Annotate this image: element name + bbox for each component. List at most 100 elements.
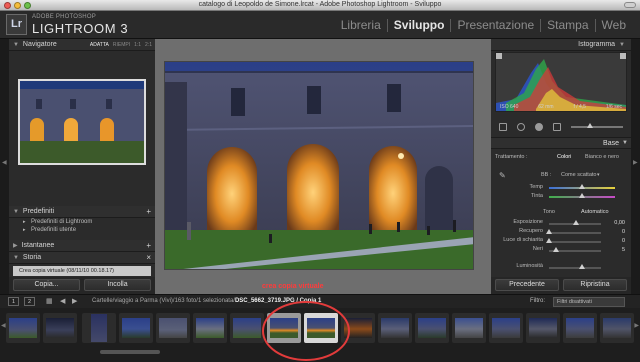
filmstrip-thumbnail[interactable] [378,313,412,343]
tint-slider[interactable] [549,193,615,198]
filmstrip-left-arrow-icon[interactable]: ◀ [1,322,6,329]
recovery-value[interactable]: 0 [607,229,625,235]
brand-title: LIGHTROOM 3 [32,21,129,36]
filmstrip-thumbnail[interactable] [600,313,634,343]
copy-settings-button[interactable]: Copia... [13,279,80,291]
basic-header[interactable]: Base ▼ [491,137,631,149]
zoom-2-1-option[interactable]: 2:1 [145,42,152,48]
module-sviluppo[interactable]: Sviluppo [388,19,452,32]
filmstrip-thumbnail[interactable] [415,313,449,343]
histogram[interactable]: ISO 640 62 mm f / 4,5 1/6 sec [495,52,627,112]
blacks-slider[interactable] [549,247,601,252]
red-eye-icon[interactable] [535,123,543,131]
filmstrip-thumbnail[interactable] [193,313,227,343]
spot-removal-icon[interactable] [517,123,525,131]
filmstrip-thumbnail[interactable] [6,313,40,343]
basic-title: Base [603,140,619,147]
filmstrip-scrollbar[interactable] [100,350,160,354]
treatment-bw-option[interactable]: Bianco e nero [585,154,619,160]
module-stampa[interactable]: Stampa [541,19,596,32]
preset-folder-lightroom[interactable]: Predefiniti di Lightroom [9,218,155,226]
collapse-right-arrow-icon[interactable]: ▶ [633,159,638,166]
filmstrip-thumbnail[interactable] [452,313,486,343]
palace-courtyard-photo [165,62,473,269]
filmstrip-right-arrow-icon[interactable]: ▶ [634,322,639,329]
collapse-triangle-icon: ▼ [13,42,19,48]
crop-tool-icon[interactable] [499,123,507,131]
slider-knob[interactable] [579,264,585,269]
module-picker: Libreria Sviluppo Presentazione Stampa W… [335,19,632,32]
reset-button[interactable]: Ripristina [563,279,627,291]
left-panel-edge[interactable]: ◀ [0,39,9,294]
filmstrip-thumbnail[interactable] [119,313,153,343]
secondary-window-button[interactable]: 2 [24,297,35,306]
slider-knob[interactable] [546,229,552,234]
window-title-bar: catalogo di Leopoldo de Simone.lrcat - A… [0,0,640,11]
slider-knob[interactable] [546,238,552,243]
histogram-header[interactable]: Istogramma ▼ [491,39,631,51]
add-snapshot-icon[interactable]: + [146,241,151,250]
module-libreria[interactable]: Libreria [335,19,388,32]
exposure-value[interactable]: 0,00 [607,220,625,226]
navigator-header[interactable]: ▼ Navigatore ADATTA RIEMPI 1:1 2:1 [9,39,155,51]
slider-knob[interactable] [579,193,585,198]
temp-slider[interactable] [549,184,615,189]
snapshots-header[interactable]: ▶ Istantanee + [9,240,155,252]
graduated-filter-icon[interactable] [553,123,561,131]
primary-window-button[interactable]: 1 [8,297,19,306]
collapse-left-arrow-icon[interactable]: ◀ [2,159,7,166]
presets-header[interactable]: ▼ Predefiniti + [9,206,155,218]
main-image-view[interactable] [155,39,491,294]
filmstrip-thumbnail[interactable] [489,313,523,343]
history-header[interactable]: ▼ Storia × [9,252,155,264]
brightness-slider[interactable] [549,264,601,269]
filter-label: Filtro: [530,298,545,304]
wb-value[interactable]: Come scattato [561,172,596,178]
fill-light-value[interactable]: 0 [607,238,625,244]
slider-knob[interactable] [573,220,579,225]
back-arrow-icon[interactable]: ◀ [60,297,65,305]
right-panel-edge[interactable]: ▶ [631,39,640,294]
filmstrip-thumbnail[interactable] [563,313,597,343]
photo-preview[interactable] [164,61,474,270]
forward-arrow-icon[interactable]: ▶ [72,297,77,305]
filmstrip-thumbnail[interactable] [82,313,116,343]
zoom-fill-option[interactable]: RIEMPI [113,42,130,48]
wb-label: BB : [541,172,552,178]
zoom-fit-option[interactable]: ADATTA [90,42,109,48]
treatment-color-option[interactable]: Colori [557,154,571,160]
right-panel: Istogramma ▼ ISO 640 62 mm f / 4,5 1/6 s… [491,39,631,294]
history-item[interactable]: Crea copia virtuale (08/11/10 00.18.17) [13,266,151,276]
left-panel: ▼ Navigatore ADATTA RIEMPI 1:1 2:1 ▼ Pre… [9,39,155,294]
paste-settings-button[interactable]: Incolla [84,279,151,291]
collapse-triangle-icon: ▼ [13,209,19,215]
adjustment-brush-slider[interactable] [571,123,623,128]
auto-tone-button[interactable]: Automatico [581,209,609,215]
toolbar-toggle-button[interactable] [624,2,636,8]
history-title: Storia [22,254,42,261]
filmstrip-thumbnail[interactable] [43,313,77,343]
wb-dropdown-icon[interactable]: ▾ [597,172,600,178]
recovery-label: Recupero [519,228,543,234]
slider-knob[interactable] [553,247,559,252]
zoom-1-1-option[interactable]: 1:1 [134,42,141,48]
clear-history-icon[interactable]: × [146,253,151,262]
expand-triangle-icon: ▶ [13,243,18,249]
previous-button[interactable]: Precedente [495,279,559,291]
slider-knob[interactable] [579,184,585,189]
blacks-value[interactable]: 5 [607,247,625,253]
recovery-slider[interactable] [546,229,601,234]
filmstrip-thumbnail[interactable] [156,313,190,343]
module-web[interactable]: Web [596,19,632,32]
eyedropper-icon[interactable]: ✎ [499,171,506,180]
exposure-slider[interactable] [549,220,601,225]
fill-light-slider[interactable] [546,238,601,243]
grid-view-icon[interactable]: ▦ [46,297,53,305]
filmstrip-thumbnail[interactable] [230,313,264,343]
add-preset-icon[interactable]: + [146,207,151,216]
navigator-preview[interactable] [18,79,146,165]
filter-select[interactable]: Filtri disattivati [553,297,625,307]
filmstrip-thumbnail[interactable] [526,313,560,343]
preset-folder-user[interactable]: Predefiniti utente [9,226,155,234]
module-presentazione[interactable]: Presentazione [451,19,542,32]
